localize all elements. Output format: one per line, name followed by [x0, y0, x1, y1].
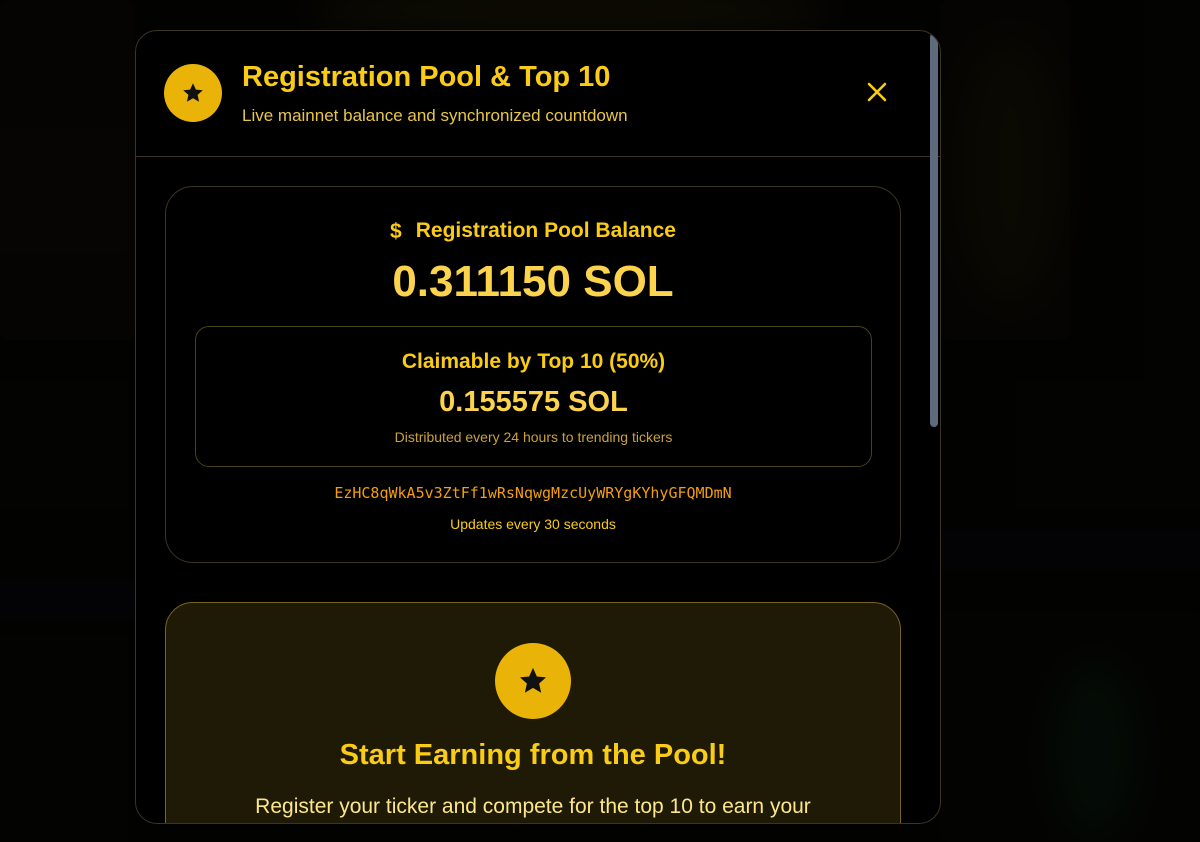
pool-balance-label-row: $ Registration Pool Balance	[166, 219, 900, 243]
close-icon[interactable]	[866, 81, 888, 103]
start-earning-card: Start Earning from the Pool! Register yo…	[165, 602, 901, 823]
claimable-box: Claimable by Top 10 (50%) 0.155575 SOL D…	[195, 326, 872, 467]
pool-balance-value: 0.311150 SOL	[392, 257, 674, 306]
claimable-note: Distributed every 24 hours to trending t…	[394, 429, 673, 445]
update-note: Updates every 30 seconds	[450, 516, 616, 532]
earn-title: Start Earning from the Pool!	[339, 739, 727, 771]
modal-scrollbar[interactable]	[930, 33, 938, 427]
modal-header: Registration Pool & Top 10 Live mainnet …	[136, 31, 940, 157]
claimable-value: 0.155575 SOL	[439, 386, 628, 418]
wallet-address[interactable]: EzHC8qWkA5v3ZtFf1wRsNqwgMzcUyWRYgKYhyGFQ…	[166, 484, 900, 502]
star-icon	[519, 667, 547, 693]
close-button[interactable]	[860, 75, 894, 109]
header-star-badge	[164, 64, 222, 122]
pool-balance-card: $ Registration Pool Balance 0.311150 SOL…	[165, 186, 901, 563]
registration-pool-modal: Registration Pool & Top 10 Live mainnet …	[135, 30, 941, 824]
earn-description: Register your ticker and compete for the…	[255, 795, 811, 818]
dollar-icon: $	[390, 219, 402, 243]
modal-title: Registration Pool & Top 10	[242, 61, 611, 93]
claimable-title: Claimable by Top 10 (50%)	[401, 350, 666, 373]
star-icon	[183, 83, 203, 102]
modal-subtitle: Live mainnet balance and synchronized co…	[242, 106, 628, 125]
pool-balance-label: Registration Pool Balance	[415, 219, 676, 242]
earn-star-badge	[495, 643, 571, 719]
